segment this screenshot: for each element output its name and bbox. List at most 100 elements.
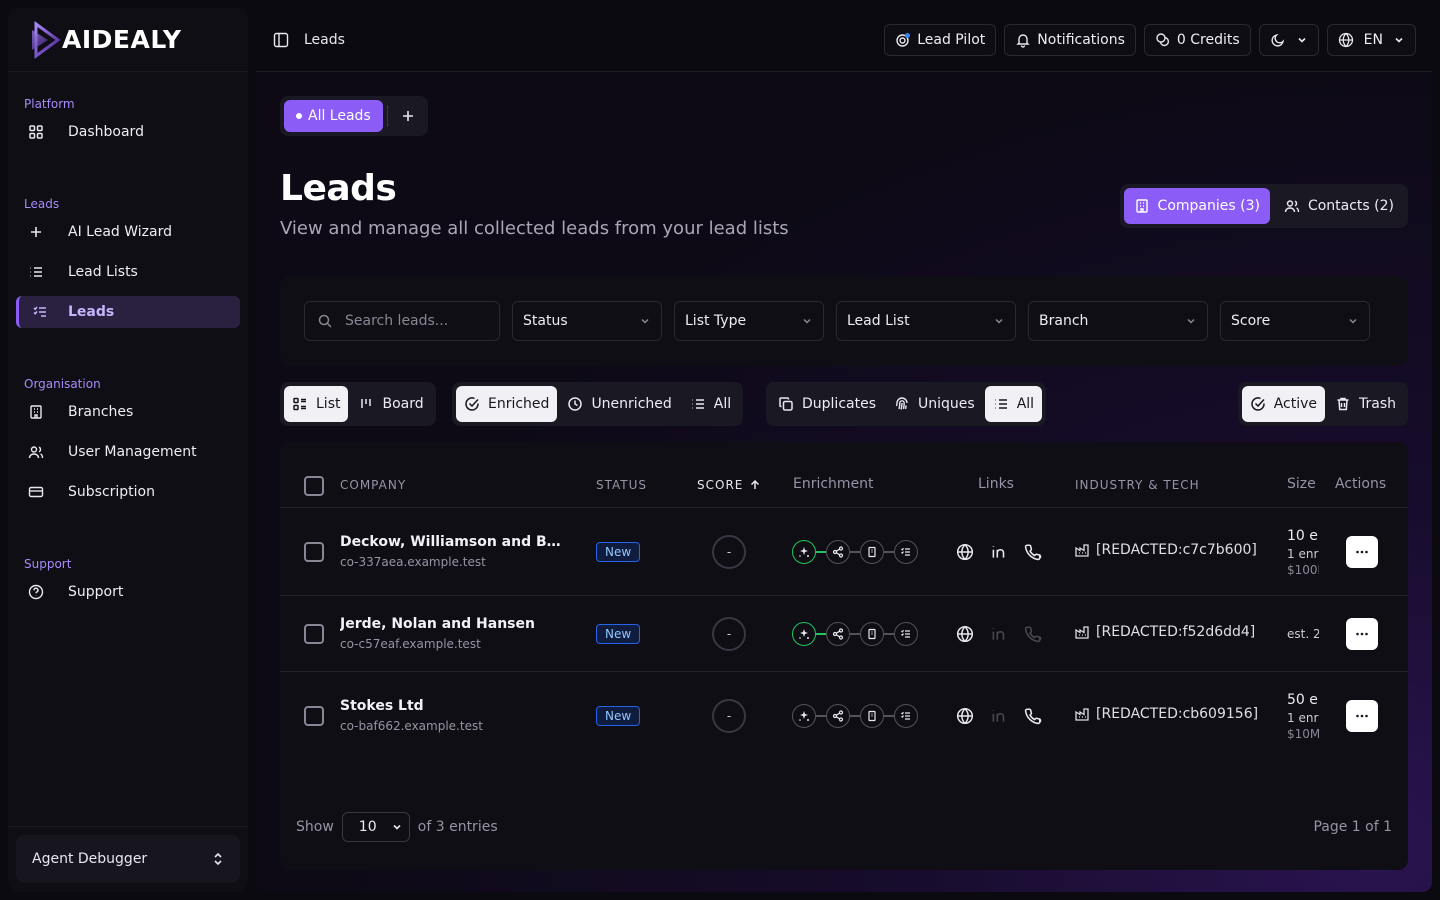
- table-row[interactable]: Jerde, Nolan and Hansen co-c57eaf.exampl…: [280, 596, 1408, 672]
- nav-group-organisation: Organisation: [24, 377, 101, 391]
- chevron-down-icon: [1347, 315, 1359, 327]
- entries-count: of 3 entries: [417, 819, 498, 835]
- sidebar-item-dashboard[interactable]: Dashboard: [16, 116, 240, 148]
- row-checkbox[interactable]: [304, 706, 324, 726]
- list-view-button[interactable]: List: [284, 386, 349, 422]
- unenriched-button[interactable]: Unenriched: [559, 386, 679, 422]
- row-checkbox[interactable]: [304, 542, 324, 562]
- size-revenue: $10M: [1287, 727, 1319, 741]
- list-checks-icon[interactable]: [894, 540, 918, 564]
- credit-card-icon: [28, 484, 44, 500]
- header-company[interactable]: COMPANY: [340, 478, 406, 492]
- company-links: [956, 707, 1042, 725]
- sidebar-item-lead-lists[interactable]: Lead Lists: [16, 256, 240, 288]
- agent-debugger-button[interactable]: Agent Debugger: [16, 835, 240, 883]
- add-tab-button[interactable]: [392, 100, 424, 132]
- uniques-button[interactable]: Uniques: [886, 386, 983, 422]
- header-industry[interactable]: INDUSTRY & TECH: [1075, 478, 1200, 492]
- search-input[interactable]: Search leads...: [304, 301, 500, 341]
- share-icon[interactable]: [826, 622, 850, 646]
- layout-list-icon: [292, 396, 308, 412]
- language-select[interactable]: EN: [1326, 23, 1416, 56]
- building-icon[interactable]: [860, 622, 884, 646]
- score-circle: -: [712, 617, 746, 651]
- linkedin-link-icon[interactable]: [990, 543, 1008, 561]
- phone-link-icon[interactable]: [1024, 707, 1042, 725]
- sparkles-icon[interactable]: [792, 540, 816, 564]
- header-status[interactable]: STATUS: [596, 478, 647, 492]
- sparkles-icon[interactable]: [792, 622, 816, 646]
- duplicates-button[interactable]: Duplicates: [770, 386, 884, 422]
- table-row[interactable]: Stokes Ltd co-baf662.example.test New - …: [280, 672, 1408, 760]
- chevron-down-icon: [1296, 34, 1308, 46]
- tab-all-leads[interactable]: All Leads: [284, 100, 383, 132]
- website-link-icon[interactable]: [956, 543, 974, 561]
- list-view-label: List: [316, 396, 341, 412]
- moon-icon: [1270, 32, 1286, 48]
- list-icon: [28, 264, 44, 280]
- sidebar-toggle-icon[interactable]: [272, 31, 290, 49]
- table-row[interactable]: Deckow, Williamson and Bernhard co-337ae…: [280, 508, 1408, 596]
- status-filter[interactable]: Status: [512, 301, 662, 341]
- list-checks-icon[interactable]: [894, 622, 918, 646]
- credits-button[interactable]: 0 Credits: [1143, 23, 1251, 56]
- chevron-down-icon: [391, 821, 403, 833]
- lead-list-filter[interactable]: Lead List: [836, 301, 1016, 341]
- linkedin-link-icon: [990, 625, 1008, 643]
- list-type-filter[interactable]: List Type: [674, 301, 824, 341]
- active-button[interactable]: Active: [1241, 386, 1325, 422]
- dup-all-button[interactable]: All: [984, 386, 1043, 422]
- sidebar-item-leads[interactable]: Leads: [16, 296, 240, 328]
- grid-icon: [28, 124, 44, 140]
- lead-pilot-button[interactable]: Lead Pilot: [884, 23, 997, 56]
- header-enrichment: Enrichment: [793, 476, 874, 492]
- share-icon[interactable]: [826, 704, 850, 728]
- step-connector: [884, 551, 894, 553]
- sidebar-item-user-management[interactable]: User Management: [16, 436, 240, 468]
- enrichment-all-button[interactable]: All: [682, 386, 739, 422]
- board-view-button[interactable]: Board: [350, 386, 431, 422]
- trash-button[interactable]: Trash: [1327, 386, 1404, 422]
- notifications-button[interactable]: Notifications: [1004, 23, 1136, 56]
- share-icon[interactable]: [826, 540, 850, 564]
- building-icon[interactable]: [860, 540, 884, 564]
- company-name[interactable]: Jerde, Nolan and Hansen: [340, 616, 566, 632]
- building-icon: [1134, 198, 1150, 214]
- sidebar-item-subscription[interactable]: Subscription: [16, 476, 240, 508]
- trash-icon: [1335, 396, 1351, 412]
- size-cell: 10 employees 1 enriched $100M: [1287, 526, 1319, 578]
- breadcrumb[interactable]: Leads: [304, 32, 345, 48]
- page-size-value: 10: [358, 819, 377, 835]
- row-actions-button[interactable]: [1346, 618, 1378, 650]
- select-all-checkbox[interactable]: [304, 476, 324, 496]
- company-name[interactable]: Stokes Ltd: [340, 698, 566, 714]
- row-actions-button[interactable]: [1346, 536, 1378, 568]
- chevron-down-icon: [801, 315, 813, 327]
- size-detail: 1 enriched: [1287, 547, 1319, 561]
- enriched-button[interactable]: Enriched: [456, 386, 558, 422]
- sidebar-item-branches[interactable]: Branches: [16, 396, 240, 428]
- theme-toggle-button[interactable]: [1258, 23, 1319, 56]
- sidebar-item-label: Lead Lists: [68, 264, 138, 280]
- score-filter[interactable]: Score: [1220, 301, 1370, 341]
- row-actions-button[interactable]: [1346, 700, 1378, 732]
- row-checkbox[interactable]: [304, 624, 324, 644]
- logo[interactable]: AIDEALY: [8, 8, 248, 72]
- contacts-toggle[interactable]: Contacts (2): [1274, 188, 1404, 224]
- website-link-icon[interactable]: [956, 625, 974, 643]
- branch-filter[interactable]: Branch: [1028, 301, 1208, 341]
- building-icon[interactable]: [860, 704, 884, 728]
- sparkles-icon[interactable]: [792, 704, 816, 728]
- more-horizontal-icon: [1354, 544, 1370, 560]
- phone-link-icon[interactable]: [1024, 543, 1042, 561]
- header-score[interactable]: SCORE: [697, 478, 761, 492]
- list-checks-icon[interactable]: [894, 704, 918, 728]
- companies-toggle[interactable]: Companies (3): [1123, 188, 1270, 224]
- score-filter-label: Score: [1231, 313, 1271, 329]
- page-size-select[interactable]: 10: [341, 812, 410, 842]
- company-name[interactable]: Deckow, Williamson and Bernhard: [340, 534, 566, 550]
- sidebar-item-support[interactable]: Support: [16, 576, 240, 608]
- status-badge: New: [596, 542, 641, 562]
- sidebar-item-ai-lead-wizard[interactable]: AI Lead Wizard: [16, 216, 240, 248]
- website-link-icon[interactable]: [956, 707, 974, 725]
